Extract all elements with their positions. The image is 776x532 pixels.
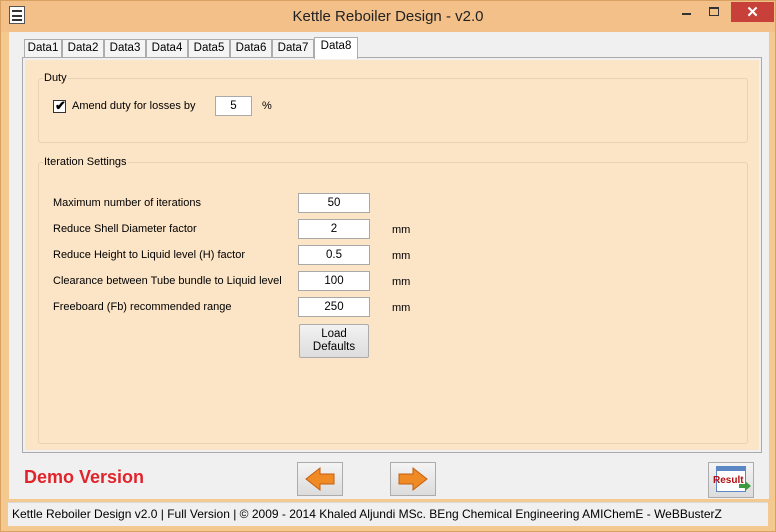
liquid-level-factor-label: Reduce Height to Liquid level (H) factor <box>53 249 245 261</box>
previous-button[interactable] <box>297 462 343 496</box>
tab-data5[interactable]: Data5 <box>188 39 230 58</box>
iteration-settings-label: Iteration Settings <box>43 156 128 168</box>
max-iterations-input[interactable]: 50 <box>298 193 370 213</box>
shell-diameter-factor-unit: mm <box>392 224 411 236</box>
minimize-icon <box>682 13 691 15</box>
minimize-button[interactable] <box>673 2 699 22</box>
amend-duty-label: Amend duty for losses by <box>72 100 196 112</box>
arrow-left-icon <box>305 466 335 492</box>
liquid-level-factor-input[interactable]: 0.5 <box>298 245 370 265</box>
shell-diameter-factor-input[interactable]: 2 <box>298 219 370 239</box>
tab-data3[interactable]: Data3 <box>104 39 146 58</box>
amend-duty-unit: % <box>262 100 272 112</box>
title-bar: Kettle Reboiler Design - v2.0 ✕ <box>1 1 775 32</box>
result-arrow-icon <box>739 481 751 491</box>
close-icon: ✕ <box>746 4 759 21</box>
result-button[interactable]: Result <box>708 462 754 498</box>
tab-data4[interactable]: Data4 <box>146 39 188 58</box>
load-defaults-label-line1: Load <box>321 328 347 340</box>
clearance-input[interactable]: 100 <box>298 271 370 291</box>
freeboard-input[interactable]: 250 <box>298 297 370 317</box>
load-defaults-label-line2: Defaults <box>312 341 356 353</box>
shell-diameter-factor-label: Reduce Shell Diameter factor <box>53 223 197 235</box>
checkmark-icon: ✔ <box>55 98 66 113</box>
tab-data7[interactable]: Data7 <box>272 39 314 58</box>
amend-duty-input[interactable]: 5 <box>215 96 252 116</box>
duty-group-label: Duty <box>43 72 68 84</box>
maximize-button[interactable] <box>701 2 727 22</box>
clearance-label: Clearance between Tube bundle to Liquid … <box>53 275 282 287</box>
liquid-level-factor-unit: mm <box>392 250 411 262</box>
next-button[interactable] <box>390 462 436 496</box>
freeboard-label: Freeboard (Fb) recommended range <box>53 301 232 313</box>
demo-version-label: Demo Version <box>24 467 145 487</box>
max-iterations-label: Maximum number of iterations <box>53 197 201 209</box>
tab-data1[interactable]: Data1 <box>24 39 62 58</box>
status-bar: Kettle Reboiler Design v2.0 | Full Versi… <box>8 502 768 526</box>
load-defaults-button[interactable]: Load Defaults <box>299 324 369 358</box>
maximize-icon <box>709 7 719 16</box>
freeboard-unit: mm <box>392 302 411 314</box>
tab-data2[interactable]: Data2 <box>62 39 104 58</box>
clearance-unit: mm <box>392 276 411 288</box>
amend-duty-checkbox[interactable]: ✔ <box>53 98 66 113</box>
tab-data6[interactable]: Data6 <box>230 39 272 58</box>
arrow-right-icon <box>398 466 428 492</box>
close-button[interactable]: ✕ <box>731 2 774 22</box>
window-title: Kettle Reboiler Design - v2.0 <box>292 8 484 25</box>
tab-data8[interactable]: Data8 <box>314 37 358 59</box>
